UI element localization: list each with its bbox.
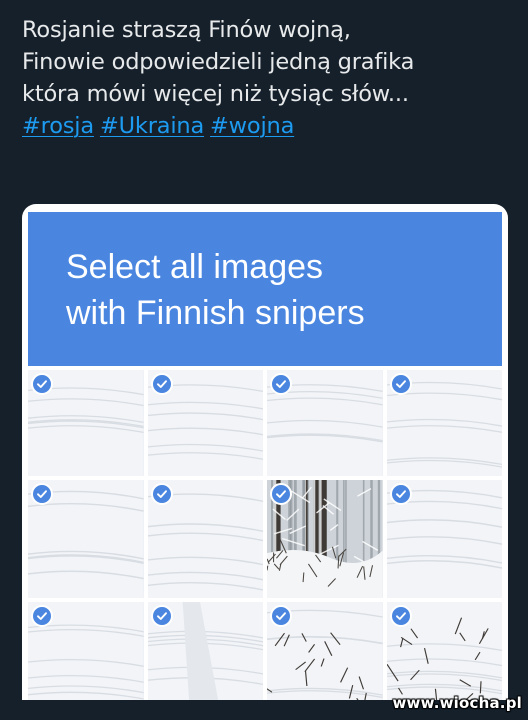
captcha-tile[interactable] [267,480,383,598]
tweet-line-2: Finowie odpowiedzieli jedną grafika [22,49,415,75]
captcha-tile-grid [28,370,502,700]
captcha-tile[interactable] [267,602,383,700]
checkmark-icon [389,605,412,627]
captcha-tile[interactable] [147,480,263,598]
checkmark-icon [389,373,412,395]
watermark: www.wiocha.pl [392,694,522,712]
checkmark-icon [150,605,173,627]
tweet-line-1: Rosjanie straszą Finów wojną, [22,17,351,43]
captcha-tile[interactable] [147,602,263,700]
hashtag-rosja[interactable]: #rosja [22,113,94,139]
captcha-tile[interactable] [28,602,144,700]
captcha-tile[interactable] [147,370,263,476]
tweet-line-3: która mówi więcej niż tysiąc słów... [22,81,409,107]
captcha-tile[interactable] [386,480,502,598]
checkmark-icon [31,373,53,395]
checkmark-icon [31,605,53,627]
captcha-tile[interactable] [28,480,144,598]
checkmark-icon [150,373,173,395]
checkmark-icon [31,483,53,505]
captcha-tile[interactable] [386,602,502,700]
checkmark-icon [389,483,412,505]
hashtag-ukraina[interactable]: #Ukraina [100,113,204,139]
captcha-header: Select all images with Finnish snipers [28,212,502,366]
tweet-text: Rosjanie straszą Finów wojną, Finowie od… [22,14,512,142]
hashtag-wojna[interactable]: #wojna [210,113,294,139]
checkmark-icon [270,605,292,627]
captcha-image[interactable]: Select all images with Finnish snipers [22,204,508,700]
captcha-tile[interactable] [267,370,383,476]
captcha-title-line-2: with Finnish snipers [66,294,365,332]
captcha-title: Select all images with Finnish snipers [66,244,486,336]
captcha-tile[interactable] [28,370,144,476]
captcha-tile[interactable] [386,370,502,476]
hashtag-row: #rosja #Ukraina #wojna [22,110,512,142]
checkmark-icon [150,483,173,505]
captcha-title-line-1: Select all images [66,248,324,286]
checkmark-icon [270,483,292,505]
checkmark-icon [270,373,292,395]
